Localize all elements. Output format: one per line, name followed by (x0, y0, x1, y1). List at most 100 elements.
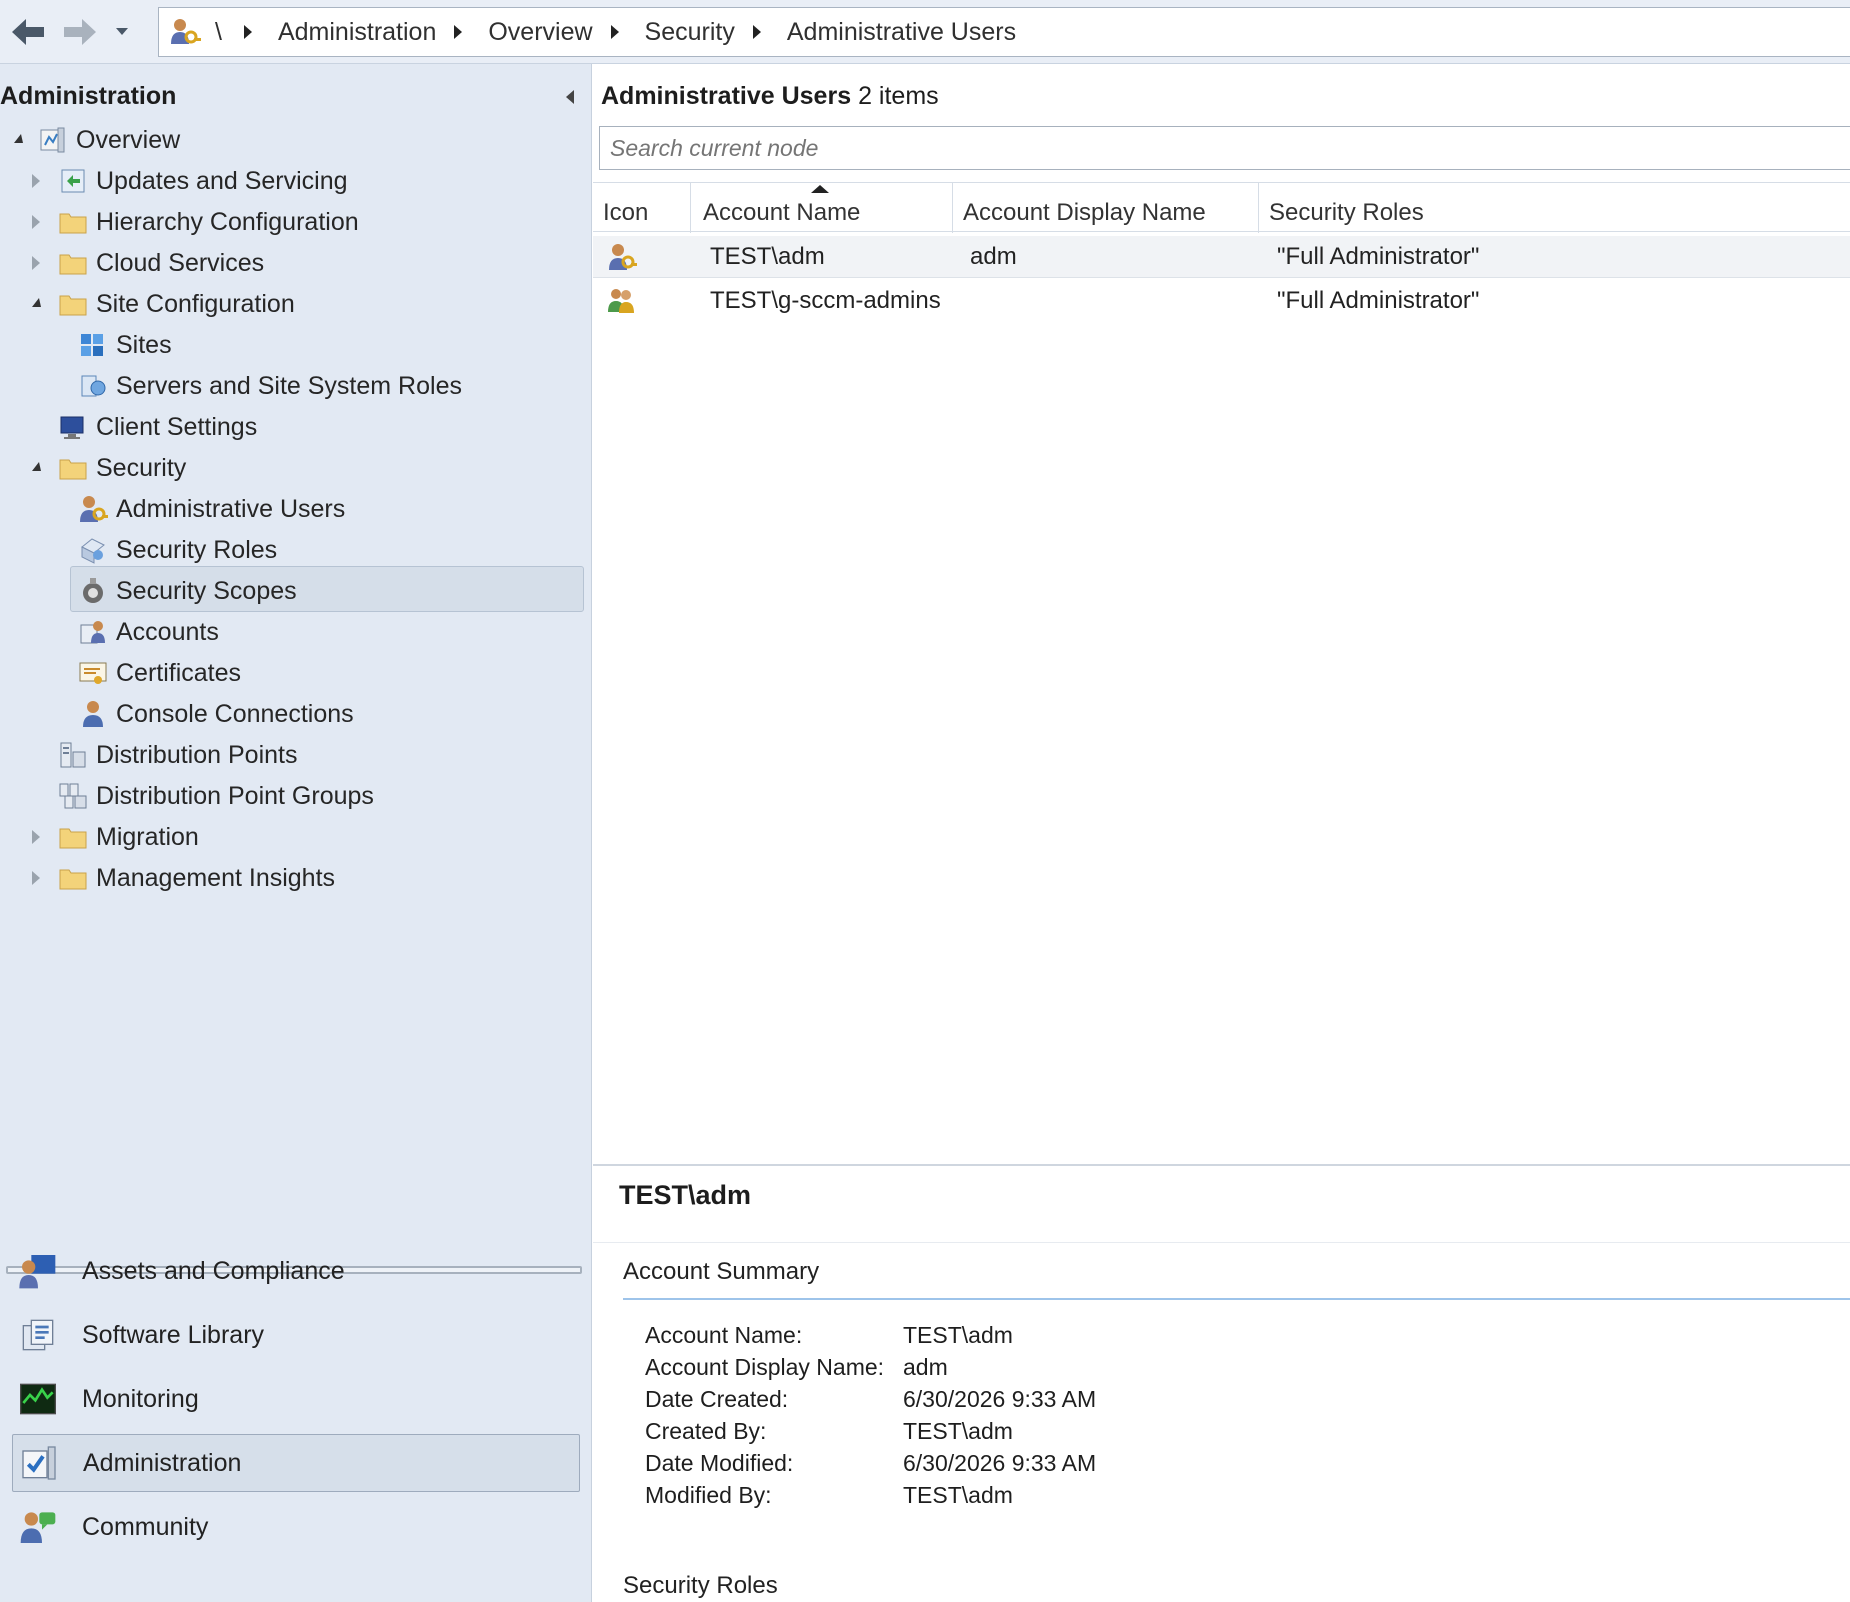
console-connections-icon (78, 699, 108, 729)
tree-expander-icon[interactable] (32, 215, 40, 229)
tree-node-overview[interactable]: Overview (38, 118, 180, 162)
breadcrumb-separator-icon[interactable] (610, 25, 619, 39)
distribution-point-groups-icon (58, 781, 88, 811)
tree-expander-icon[interactable] (32, 871, 40, 885)
tree-node-accounts[interactable]: Accounts (78, 610, 219, 654)
sites-icon (78, 330, 108, 360)
back-arrow-icon (12, 19, 44, 45)
tree-node-site-configuration[interactable]: Site Configuration (58, 282, 295, 326)
section-underline (623, 1298, 1850, 1300)
forward-arrow-icon (64, 19, 96, 45)
details-title: TEST\adm (619, 1180, 752, 1210)
tree-expander-icon[interactable] (14, 134, 23, 143)
tree-node-client-settings[interactable]: Client Settings (58, 405, 257, 449)
tree-node-label: Distribution Point Groups (96, 781, 374, 810)
detail-field: Created By: TEST\adm (645, 1418, 1445, 1445)
navigation-pane: Administration Overview Updates and Servi… (0, 64, 592, 1602)
tree-node-label: Client Settings (96, 412, 258, 441)
column-header-display-name[interactable]: Account Display Name (953, 183, 1259, 233)
account-summary-heading: Account Summary (623, 1258, 820, 1285)
collapse-pane-icon[interactable] (566, 90, 574, 104)
security-roles-icon (78, 535, 108, 565)
detail-field-label: Created By: (645, 1418, 767, 1444)
tree-node-distribution-point-groups[interactable]: Distribution Point Groups (58, 774, 374, 818)
detail-field: Date Modified: 6/30/2026 9:33 AM (645, 1450, 1445, 1477)
breadcrumb-separator-icon[interactable] (752, 25, 761, 39)
tree-node-label: Cloud Services (96, 248, 265, 277)
breadcrumb-administration[interactable]: Administration (278, 18, 436, 47)
tree-node-cloud-services[interactable]: Cloud Services (58, 241, 264, 285)
tree-node-administrative-users[interactable]: Administrative Users (78, 487, 345, 531)
column-header-icon[interactable]: Icon (593, 183, 691, 233)
detail-field-value: TEST\adm (903, 1418, 1013, 1444)
forward-button[interactable] (58, 10, 102, 54)
tree-node-sites[interactable]: Sites (78, 323, 172, 367)
tree-node-servers-and-site-system-roles[interactable]: Servers and Site System Roles (78, 364, 462, 408)
sort-ascending-icon (811, 185, 829, 193)
workspace-label: Administration (83, 1448, 242, 1477)
tree-node-migration[interactable]: Migration (58, 815, 199, 859)
search-input[interactable] (599, 126, 1850, 170)
cell-account-name: TEST\g-sccm-admins (710, 287, 941, 314)
breadcrumb-separator-icon[interactable] (454, 25, 463, 39)
cell-account-name: TEST\adm (710, 243, 825, 270)
workspace-administration[interactable]: Administration (12, 1434, 580, 1492)
back-button[interactable] (6, 10, 50, 54)
column-header-security-roles[interactable]: Security Roles (1259, 183, 1850, 233)
admin-user-icon (169, 16, 201, 48)
node-title: Administrative Users 2 items (601, 82, 939, 111)
tree-node-hierarchy-configuration[interactable]: Hierarchy Configuration (58, 200, 359, 244)
tree-node-certificates[interactable]: Certificates (78, 651, 241, 695)
tree-node-security-scopes[interactable]: Security Scopes (78, 569, 297, 613)
workspace-label: Monitoring (82, 1384, 199, 1413)
detail-field-value: TEST\adm (903, 1322, 1013, 1348)
tree-expander-icon[interactable] (32, 298, 41, 307)
workspace-community[interactable]: Community (12, 1498, 580, 1556)
administration-icon (19, 1443, 59, 1483)
detail-field-value: 6/30/2026 9:33 AM (903, 1450, 1097, 1476)
tree-expander-icon[interactable] (32, 830, 40, 844)
table-row[interactable]: TEST\g-sccm-admins "Full Administrator" (593, 280, 1850, 322)
tree-expander-icon[interactable] (32, 174, 40, 188)
server-roles-icon (78, 371, 108, 401)
address-path[interactable]: \ Administration Overview Security Admin… (158, 7, 1850, 57)
tree-node-updates-and-servicing[interactable]: Updates and Servicing (58, 159, 348, 203)
admin-group-icon (607, 280, 637, 322)
folder-icon (58, 453, 88, 483)
breadcrumb-overview[interactable]: Overview (488, 18, 592, 47)
breadcrumb-separator-icon[interactable] (243, 25, 252, 39)
distribution-points-icon (58, 740, 88, 770)
tree-node-label: Management Insights (96, 863, 336, 892)
detail-field-value: 6/30/2026 9:33 AM (903, 1386, 1097, 1412)
detail-field: Account Name: TEST\adm (645, 1322, 1445, 1349)
tree-expander-icon[interactable] (32, 462, 41, 471)
workspace-software-library[interactable]: Software Library (12, 1306, 580, 1364)
tree-node-label: Hierarchy Configuration (96, 207, 359, 236)
breadcrumb-administrative-users[interactable]: Administrative Users (787, 18, 1016, 47)
workspace-label: Assets and Compliance (82, 1256, 345, 1285)
address-bar: \ Administration Overview Security Admin… (0, 0, 1850, 64)
tree-node-console-connections[interactable]: Console Connections (78, 692, 354, 736)
tree-node-label: Security (96, 453, 187, 482)
breadcrumb-root[interactable]: \ (215, 18, 222, 47)
tree-node-label: Overview (76, 125, 181, 154)
admin-user-icon (607, 236, 637, 278)
breadcrumb-security[interactable]: Security (645, 18, 735, 47)
tree-expander-icon[interactable] (32, 256, 40, 270)
cell-display-name: adm (970, 243, 1017, 270)
workspace-monitoring[interactable]: Monitoring (12, 1370, 580, 1428)
folder-icon (58, 863, 88, 893)
tree-node-security-roles[interactable]: Security Roles (78, 528, 277, 572)
workspace-assets-and-compliance[interactable]: Assets and Compliance (12, 1242, 580, 1300)
tree-node-security[interactable]: Security (58, 446, 186, 490)
tree-node-distribution-points[interactable]: Distribution Points (58, 733, 297, 777)
table-row[interactable]: TEST\adm adm "Full Administrator" (593, 236, 1850, 278)
tree-node-label: Migration (96, 822, 199, 851)
security-roles-heading: Security Roles (623, 1572, 778, 1599)
tree-node-management-insights[interactable]: Management Insights (58, 856, 335, 900)
tree-node-label: Updates and Servicing (96, 166, 348, 195)
history-dropdown[interactable] (108, 10, 136, 54)
tree-node-label: Certificates (116, 658, 242, 687)
folder-icon (58, 822, 88, 852)
tree-node-label: Distribution Points (96, 740, 298, 769)
